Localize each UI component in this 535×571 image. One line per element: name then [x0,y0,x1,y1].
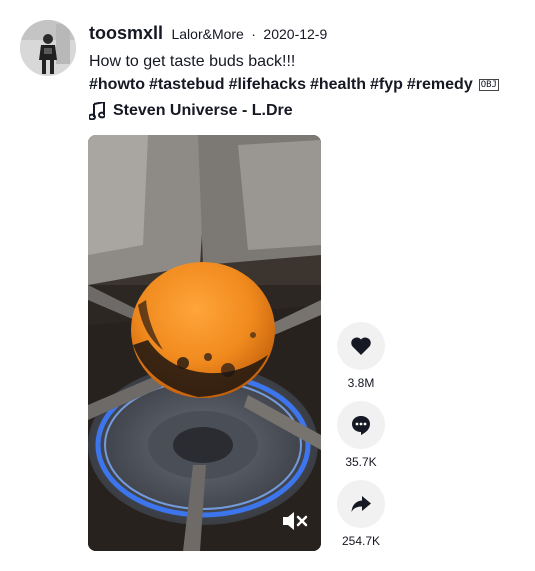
hashtag-link[interactable]: #health [310,76,366,93]
music-title: Steven Universe - L.Dre [113,102,293,119]
like-count: 3.8M [347,376,375,390]
hashtag-link[interactable]: #howto [89,76,145,93]
author-line: toosmxll Lalor&More · 2020-12-9 [89,23,327,47]
share-count: 254.7K [341,534,381,548]
like-button[interactable] [337,322,385,370]
author-nickname[interactable]: Lalor&More [171,26,243,42]
author-username[interactable]: toosmxll [89,23,163,43]
comment-button[interactable] [337,401,385,449]
music-note-icon [89,102,105,120]
avatar-image [20,20,76,76]
share-arrow-icon [351,496,371,512]
separator-dot: · [251,26,256,42]
caption-text: How to get taste buds back!!! [89,53,296,70]
hashtag-link[interactable]: #tastebud [149,76,225,93]
hashtag-link[interactable]: #lifehacks [229,76,306,93]
comment-count: 35.7K [345,455,377,469]
music-link[interactable]: Steven Universe - L.Dre [89,100,293,122]
post-caption: How to get taste buds back!!! #howto #tas… [89,50,519,96]
post-date: 2020-12-9 [263,26,328,42]
speaker-muted-icon [283,512,308,530]
heart-icon [351,337,371,355]
video-frame [88,135,321,551]
hashtag-link[interactable]: #remedy [407,76,473,93]
share-button[interactable] [337,480,385,528]
video-player[interactable] [88,135,321,551]
comment-bubble-icon [352,416,370,435]
avatar[interactable] [20,20,76,76]
mute-button[interactable] [281,509,309,533]
caption-emoji: OBJ [478,79,499,91]
hashtag-link[interactable]: #fyp [370,76,403,93]
